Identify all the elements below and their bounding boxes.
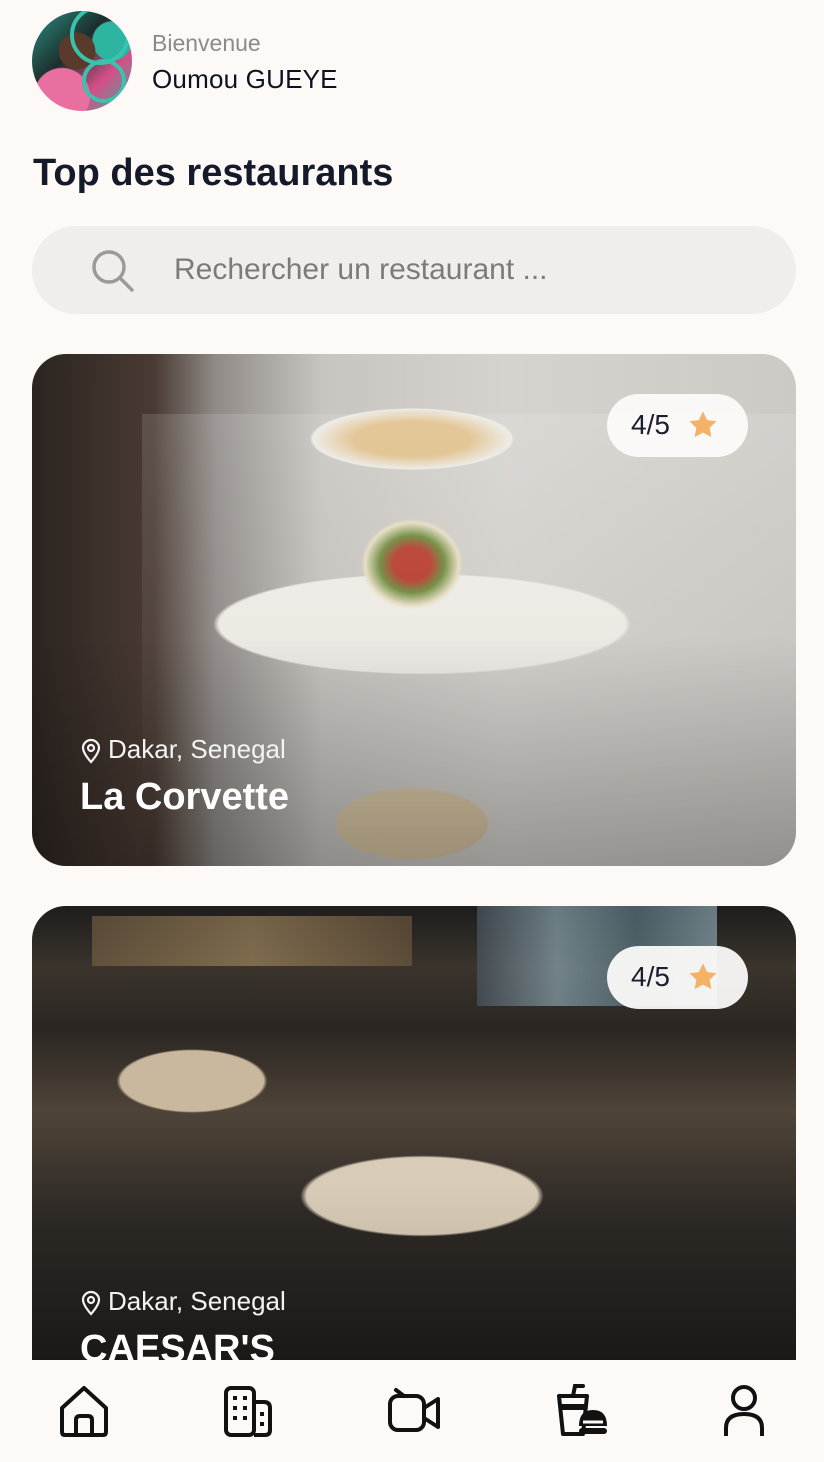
restaurant-card[interactable]: 4/5 Dakar, Senegal La Corvette xyxy=(32,354,796,866)
restaurant-card[interactable]: 4/5 Dakar, Senegal CAESAR'S xyxy=(32,906,796,1418)
search-bar[interactable] xyxy=(32,226,796,314)
home-icon[interactable] xyxy=(56,1382,112,1438)
rating-value: 4/5 xyxy=(631,961,670,992)
search-input[interactable] xyxy=(174,244,754,296)
video-camera-icon[interactable] xyxy=(386,1382,442,1438)
header: Bienvenue Oumou GUEYE xyxy=(0,0,824,126)
buildings-icon[interactable] xyxy=(220,1382,276,1438)
restaurant-photo xyxy=(92,916,412,966)
restaurant-name: La Corvette xyxy=(80,776,290,818)
rating-badge: 4/5 xyxy=(607,946,748,1009)
username: Oumou GUEYE xyxy=(152,64,338,94)
star-icon xyxy=(689,411,717,438)
avatar[interactable] xyxy=(32,11,132,111)
search-icon xyxy=(92,250,134,292)
welcome-text: Bienvenue xyxy=(152,30,261,56)
rating-badge: 4/5 xyxy=(607,394,748,457)
takeaway-food-icon[interactable] xyxy=(553,1382,609,1438)
star-icon xyxy=(689,963,717,990)
page-title: Top des restaurants xyxy=(33,152,394,194)
location-pin-icon xyxy=(81,738,101,764)
profile-icon[interactable] xyxy=(716,1382,772,1438)
bottom-navigation xyxy=(0,1360,824,1462)
app-screen: Bienvenue Oumou GUEYE Top des restaurant… xyxy=(0,0,824,1462)
rating-value: 4/5 xyxy=(631,409,670,440)
location-pin-icon xyxy=(81,1290,101,1316)
